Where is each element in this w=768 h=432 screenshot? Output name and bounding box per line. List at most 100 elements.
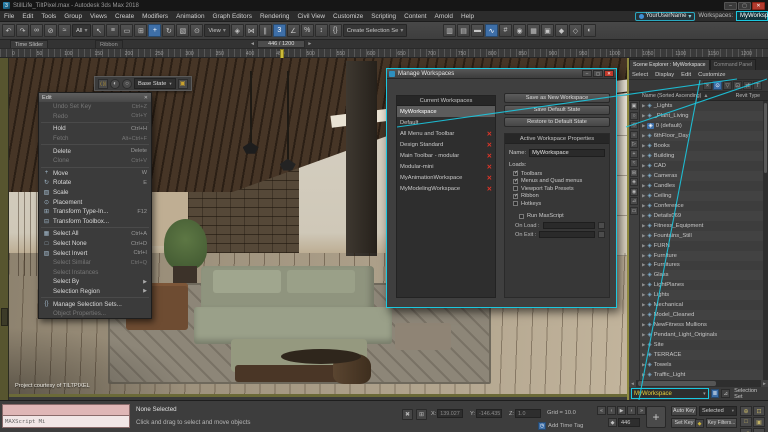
edit-menu-title-bar[interactable]: Edit ✕ [39, 93, 151, 102]
select-by-name-icon[interactable]: ≡ [106, 24, 120, 37]
edit-menu-item-select-invert[interactable]: ▨ Select Invert Ctrl+I [39, 248, 151, 258]
select-and-scale-icon[interactable]: ▧ [176, 24, 190, 37]
expand-arrow-icon[interactable]: ▶ [642, 282, 645, 288]
track-bar-ruler[interactable]: 0501001502002503003504004505005506006507… [0, 48, 768, 59]
expand-arrow-icon[interactable]: ▶ [642, 163, 645, 169]
select-object-icon[interactable]: ↖ [92, 24, 106, 37]
delete-workspace-icon[interactable]: ✕ [487, 152, 492, 160]
layer-row[interactable]: ▶ ◈ Mechanical [640, 300, 768, 311]
edit-menu-item-select-none[interactable]: □ Select None Ctrl+D [39, 239, 151, 249]
workspace-row[interactable]: All Menu and Toolbar ✕ [397, 128, 495, 139]
tab-ribbon[interactable]: Ribbon [95, 40, 123, 48]
menu-create[interactable]: Create [111, 11, 138, 21]
undo-icon[interactable]: ↶ [2, 24, 15, 37]
state-render-icon[interactable]: ▣ [177, 78, 188, 89]
layer-row[interactable]: ▶ ◈ _Lights [640, 101, 768, 111]
dialog-close-button[interactable]: ✕ [604, 70, 614, 77]
maximize-button[interactable]: ▢ [738, 1, 751, 10]
edit-named-selection-sets-icon[interactable]: {} [328, 24, 342, 37]
expand-arrow-icon[interactable]: ▶ [642, 193, 645, 199]
go-to-end-button[interactable]: » [637, 406, 646, 415]
expand-arrow-icon[interactable]: ▶ [642, 183, 645, 189]
state-sphere-icon[interactable]: ○ [122, 78, 132, 89]
workspace-dropdown[interactable]: MyWorkspace ▾ [736, 11, 768, 21]
tab-scene-explorer[interactable]: Scene Explorer : MyWorkspace [629, 59, 710, 70]
expand-arrow-icon[interactable]: ▶ [642, 292, 645, 298]
align-icon[interactable]: ∥ [258, 24, 272, 37]
bind-to-space-warp-icon[interactable]: ≈ [58, 24, 71, 37]
key-filters-icon[interactable]: ◆ [695, 419, 704, 428]
menu-group[interactable]: Group [60, 11, 86, 21]
menu-tools[interactable]: Tools [37, 11, 60, 21]
display-xrefs-icon[interactable]: ◈ [630, 178, 638, 186]
key-filters-button[interactable]: Key Filters... [706, 418, 737, 428]
percent-snap-icon[interactable]: % [300, 24, 314, 37]
edit-menu-item-rotate[interactable]: ↻ Rotate E [39, 178, 151, 188]
base-state-dropdown[interactable]: Base State ▾ [134, 78, 176, 89]
menu-edit[interactable]: Edit [18, 11, 37, 21]
menu-file[interactable]: File [0, 11, 18, 21]
set-keys-button[interactable]: + [646, 406, 666, 428]
expand-arrow-icon[interactable]: ▶ [642, 272, 645, 278]
viewport-layout-tab-icon[interactable] [1, 308, 8, 326]
layer-row[interactable]: ▶ ◈ NewFitness Mullions [640, 320, 768, 331]
layer-row[interactable]: ▶ ◈ Lights [640, 290, 768, 301]
x-field[interactable]: 139.027 [437, 409, 464, 418]
on-exit-browse-button[interactable] [598, 231, 605, 238]
zoom-all-button[interactable]: ⊡ [753, 406, 765, 416]
edit-menu-item-select-instances[interactable]: Select Instances [39, 268, 151, 278]
delete-workspace-icon[interactable]: ✕ [487, 163, 492, 171]
layer-row[interactable]: ▶ ◈ Building [640, 150, 768, 161]
display-groups-icon[interactable]: ⊞ [630, 168, 638, 177]
edit-menu-item-move[interactable]: + Move W [39, 169, 151, 179]
layer-row[interactable]: ▶ ◈ _Plant_Living [640, 110, 768, 121]
display-geometry-icon[interactable]: ○ [630, 111, 638, 120]
scrollbar-thumb[interactable] [764, 103, 767, 173]
selection-lock-toggle[interactable]: ✖ [402, 409, 413, 420]
previous-frame-button[interactable]: ‹ [607, 406, 616, 415]
expand-arrow-icon[interactable]: ▶ [642, 253, 645, 259]
select-and-rotate-icon[interactable]: ↻ [162, 24, 176, 37]
on-load-field[interactable] [542, 222, 595, 229]
redo-icon[interactable]: ↷ [16, 24, 29, 37]
expand-arrow-icon[interactable]: ▶ [642, 123, 645, 129]
expand-arrow-icon[interactable]: ▶ [642, 362, 645, 368]
explorer-menu-customize[interactable]: Customize [695, 72, 728, 78]
layer-row[interactable]: ▶ ◈ Site [640, 340, 768, 351]
edit-menu-item-fetch[interactable]: Fetch Alt+Ctrl+F [39, 134, 151, 144]
minimize-button[interactable]: – [724, 1, 737, 10]
layer-row[interactable]: ▶ ◈ FURN [640, 240, 768, 251]
expand-arrow-icon[interactable]: ▶ [642, 372, 645, 378]
state-sets-icon[interactable]: ( )| [98, 78, 108, 89]
layer-row[interactable]: ▶ ◈ Ceiling [640, 190, 768, 201]
close-button[interactable]: ✕ [752, 1, 765, 10]
expand-arrow-icon[interactable]: ▶ [642, 233, 645, 239]
clear-search-icon[interactable]: × [703, 81, 712, 90]
layer-row[interactable]: ▶ ◈ Fitness_Equipment [640, 220, 768, 231]
workspace-row[interactable]: MyWorkspace [397, 106, 495, 117]
pick-parent-icon[interactable]: ▽ [723, 81, 732, 90]
auto-key-button[interactable]: Auto Key [671, 406, 697, 416]
display-cameras-icon[interactable]: ▷ [630, 140, 638, 148]
tab-time-slider[interactable]: Time Slider [10, 40, 49, 48]
select-and-move-icon[interactable]: + [148, 24, 162, 37]
snaps-toggle-3d-icon[interactable]: 3 [272, 24, 286, 37]
display-spacewarps-icon[interactable]: ≈ [630, 159, 638, 167]
edit-menu-item-select-all[interactable]: ▦ Select All Ctrl+A [39, 229, 151, 239]
edit-menu-item-placement[interactable]: ⊙ Placement [39, 197, 151, 207]
workspace-row[interactable]: Default [397, 117, 495, 128]
menu-arnold[interactable]: Arnold [430, 11, 456, 21]
sort-hierarchy-icon[interactable]: ⊤ [753, 81, 762, 90]
expand-arrow-icon[interactable]: ▶ [642, 262, 645, 268]
arnold-render-icon[interactable]: ◐ [583, 24, 596, 37]
layer-row[interactable]: ▶ ◈ 0 (default) [640, 120, 768, 131]
user-account-button[interactable]: YourUserName ▾ [634, 11, 696, 21]
reference-coordinate-dropdown[interactable]: View ▾ [204, 24, 230, 37]
spinner-snap-icon[interactable]: ↕ [314, 24, 328, 37]
z-field[interactable]: 1.0 [514, 409, 541, 418]
scrollbar-thumb[interactable] [638, 381, 716, 386]
rectangular-selection-region-icon[interactable]: ▭ [120, 24, 134, 37]
on-load-browse-button[interactable] [598, 222, 605, 229]
layer-row[interactable]: ▶ ◈ Model_Cleaned [640, 310, 768, 321]
listener-field[interactable]: MAXScript Mi [2, 416, 130, 428]
